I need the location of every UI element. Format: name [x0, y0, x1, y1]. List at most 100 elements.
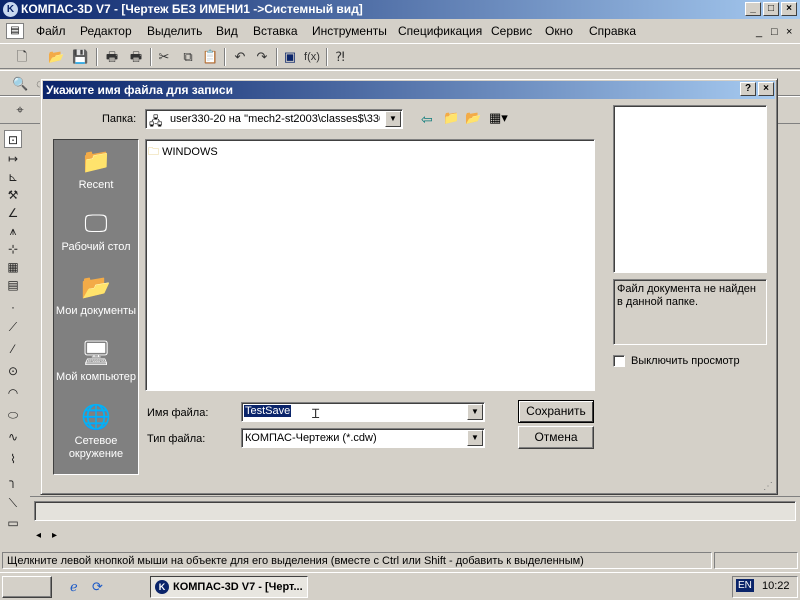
document-icon[interactable]: ▤ — [6, 23, 24, 39]
undo-icon[interactable]: ↶ — [232, 49, 248, 65]
rectangle-icon[interactable]: ▭ — [4, 514, 22, 532]
property-panel-field[interactable] — [34, 501, 796, 521]
disable-preview-checkbox[interactable] — [613, 355, 625, 367]
file-list[interactable]: 🗀 WINDOWS — [145, 139, 595, 391]
place-my-documents[interactable]: 📂 Мои документы — [54, 274, 138, 318]
list-item[interactable]: 🗀 WINDOWS — [148, 143, 218, 162]
menu-bar: ▤ Файл Редактор Выделить Вид Вставка Инс… — [0, 20, 800, 42]
taskbar-kompas-button[interactable]: K КОМПАС-3D V7 - [Черт... — [150, 576, 308, 598]
clock[interactable]: 10:22 — [762, 580, 790, 592]
status-panel — [714, 552, 798, 569]
ellipse-icon[interactable]: ⬭ — [4, 406, 22, 424]
mdi-minimize-button[interactable]: _ — [756, 26, 762, 38]
auxiliary-line-icon[interactable]: ⟋ — [4, 318, 22, 336]
dialog-help-button[interactable]: ? — [740, 82, 756, 96]
close-button[interactable]: × — [781, 2, 797, 16]
minimize-button[interactable]: _ — [745, 2, 761, 16]
filename-dropdown-icon[interactable]: ▼ — [467, 404, 483, 420]
app-title-bar[interactable]: K КОМПАС-3D V7 - [Чертеж БЕЗ ИМЕНИ1 ->Си… — [0, 0, 800, 19]
context-help-icon[interactable]: ⁈ — [332, 49, 348, 65]
mdi-restore-button[interactable]: □ — [771, 26, 778, 38]
polyline-icon[interactable]: ⌇ — [4, 450, 22, 468]
view-menu-icon[interactable]: ▦▾ — [489, 110, 508, 126]
place-label: Мои документы — [55, 305, 137, 317]
start-button[interactable] — [2, 576, 52, 598]
folder-icon: 🗀 — [148, 146, 159, 158]
folder-icon: 📁 — [81, 148, 111, 175]
copy-icon[interactable]: ⧉ — [180, 49, 196, 65]
measure-icon[interactable]: ⩚ — [4, 222, 22, 240]
manager-icon[interactable]: ▣ — [282, 49, 298, 65]
edit-icon[interactable]: ⚒ — [4, 186, 22, 204]
ie-icon[interactable]: ℯ — [70, 579, 78, 595]
menu-tools[interactable]: Инструменты — [312, 24, 387, 38]
dimensions-icon[interactable]: ↦ — [4, 150, 22, 168]
redo-icon[interactable]: ↷ — [254, 49, 270, 65]
back-icon[interactable]: ⇦ — [421, 111, 433, 128]
folder-dropdown-icon[interactable]: ▼ — [385, 111, 401, 127]
menu-editor[interactable]: Редактор — [80, 24, 132, 38]
place-desktop[interactable]: 🖵 Рабочий стол — [54, 210, 138, 254]
paste-icon[interactable]: 📋 — [202, 49, 218, 65]
cancel-button[interactable]: Отмена — [518, 426, 594, 449]
select-icon[interactable]: ⊹ — [4, 240, 22, 258]
segment-icon[interactable]: ⁄ — [4, 340, 22, 358]
place-label: Recent — [78, 179, 114, 191]
app-title: КОМПАС-3D V7 - [Чертеж БЕЗ ИМЕНИ1 ->Сист… — [21, 2, 363, 16]
quicklaunch-icon[interactable]: ⟳ — [92, 579, 103, 595]
associative-view-icon[interactable]: ▦ — [4, 258, 22, 276]
print-icon[interactable]: 🖶 — [104, 49, 120, 65]
local-cs-icon[interactable]: ⌖ — [12, 102, 28, 118]
arc-icon[interactable]: ◠ — [4, 384, 22, 402]
circle-icon[interactable]: ⊙ — [4, 362, 22, 380]
disable-preview-label[interactable]: Выключить просмотр — [631, 355, 740, 367]
folder-combo[interactable]: 🖧 user330-20 на ''mech2-st2003\classes$\… — [145, 109, 403, 129]
geometry-icon[interactable]: ⊡ — [4, 130, 22, 148]
dialog-close-button[interactable]: × — [758, 82, 774, 96]
menu-insert[interactable]: Вставка — [253, 24, 298, 38]
point-icon[interactable]: · — [4, 298, 22, 316]
maximize-button[interactable]: □ — [763, 2, 779, 16]
dialog-title-bar[interactable]: Укажите имя файла для записи ? × — [43, 81, 775, 99]
variables-fx-icon[interactable]: f(x) — [302, 49, 322, 65]
zoom-icon[interactable]: 🔍 — [12, 76, 28, 92]
save-icon[interactable]: 💾 — [72, 49, 88, 65]
fillet-icon[interactable]: ╮ — [4, 472, 22, 490]
save-button[interactable]: Сохранить — [518, 400, 594, 423]
parametrization-icon[interactable]: ∠ — [4, 204, 22, 222]
menu-select[interactable]: Выделить — [147, 24, 202, 38]
up-folder-icon[interactable]: 📁 — [443, 110, 459, 126]
scroll-right-icon[interactable]: ▸ — [52, 530, 57, 541]
open-folder-icon[interactable]: 📂 — [48, 49, 64, 65]
place-recent[interactable]: 📁 Recent — [54, 148, 138, 192]
spline-icon[interactable]: ∿ — [4, 428, 22, 446]
menu-file[interactable]: Файл — [36, 24, 66, 38]
filetype-select[interactable]: КОМПАС-Чертежи (*.cdw) ▼ — [241, 428, 485, 448]
symbols-icon[interactable]: ⊾ — [4, 168, 22, 186]
places-bar: 📁 Recent 🖵 Рабочий стол 📂 Мои документы … — [53, 139, 139, 475]
chamfer-icon[interactable]: ⟍ — [4, 494, 22, 512]
my-documents-icon: 📂 — [81, 274, 111, 301]
place-label: Сетевое окружение — [68, 435, 124, 460]
print-preview-icon[interactable]: 🖶 — [128, 49, 144, 65]
resize-grip-icon[interactable]: ⋰ — [763, 481, 773, 492]
menu-view[interactable]: Вид — [216, 24, 238, 38]
scroll-left-icon[interactable]: ◂ — [36, 530, 41, 541]
new-folder-icon[interactable]: 📂 — [465, 110, 481, 126]
language-indicator[interactable]: EN — [736, 579, 754, 592]
menu-specification[interactable]: Спецификация — [398, 24, 482, 38]
place-my-computer[interactable]: 🖥 Мой компьютер — [54, 340, 138, 384]
mdi-close-button[interactable]: × — [786, 26, 792, 38]
network-icon: 🌐 — [81, 404, 111, 431]
status-bar: Щелкните левой кнопкой мыши на объекте д… — [0, 552, 800, 570]
kompas-app-icon[interactable]: K — [3, 2, 18, 17]
cut-icon[interactable]: ✂ — [156, 49, 172, 65]
menu-help[interactable]: Справка — [589, 24, 636, 38]
place-network[interactable]: 🌐 Сетевое окружение — [54, 404, 138, 461]
filename-input[interactable]: TestSave Ɪ ▼ — [241, 402, 485, 422]
menu-service[interactable]: Сервис — [491, 24, 532, 38]
menu-window[interactable]: Окно — [545, 24, 573, 38]
filetype-dropdown-icon[interactable]: ▼ — [467, 430, 483, 446]
new-file-icon[interactable]: 🗋 — [14, 49, 30, 65]
spec-icon[interactable]: ▤ — [4, 276, 22, 294]
